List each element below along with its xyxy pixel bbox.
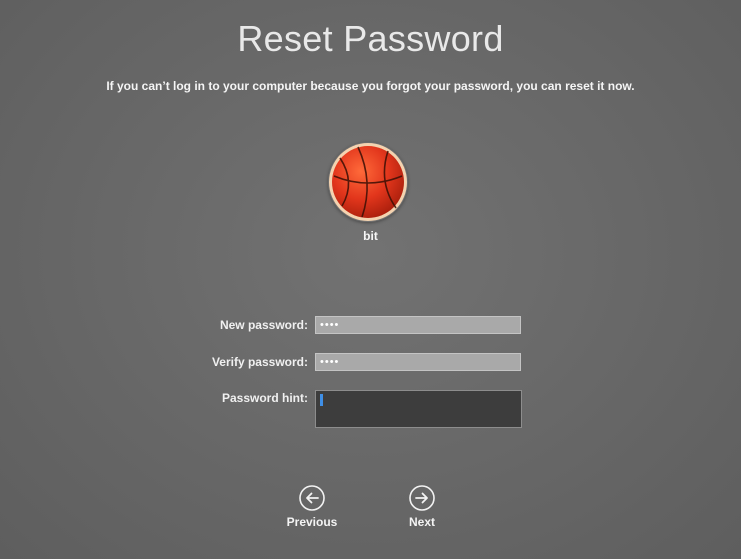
verify-password-label: Verify password: [211,355,308,369]
page-subtitle: If you can’t log in to your computer bec… [106,79,635,93]
basketball-icon [329,143,407,221]
password-hint-field[interactable] [315,390,522,428]
next-button[interactable]: Next [387,485,457,529]
previous-label: Previous [286,515,338,529]
next-label: Next [408,515,435,529]
arrow-left-icon[interactable] [299,485,325,511]
username: bit [363,229,378,243]
text-caret [320,394,323,406]
page-title: Reset Password [237,18,504,59]
user-avatar [328,142,408,222]
previous-button[interactable]: Previous [277,485,347,529]
new-password-field[interactable]: •••• [315,316,521,334]
new-password-label: New password: [219,318,308,332]
verify-password-field[interactable]: •••• [315,353,521,371]
password-hint-label: Password hint: [221,391,308,405]
arrow-right-icon[interactable] [409,485,435,511]
